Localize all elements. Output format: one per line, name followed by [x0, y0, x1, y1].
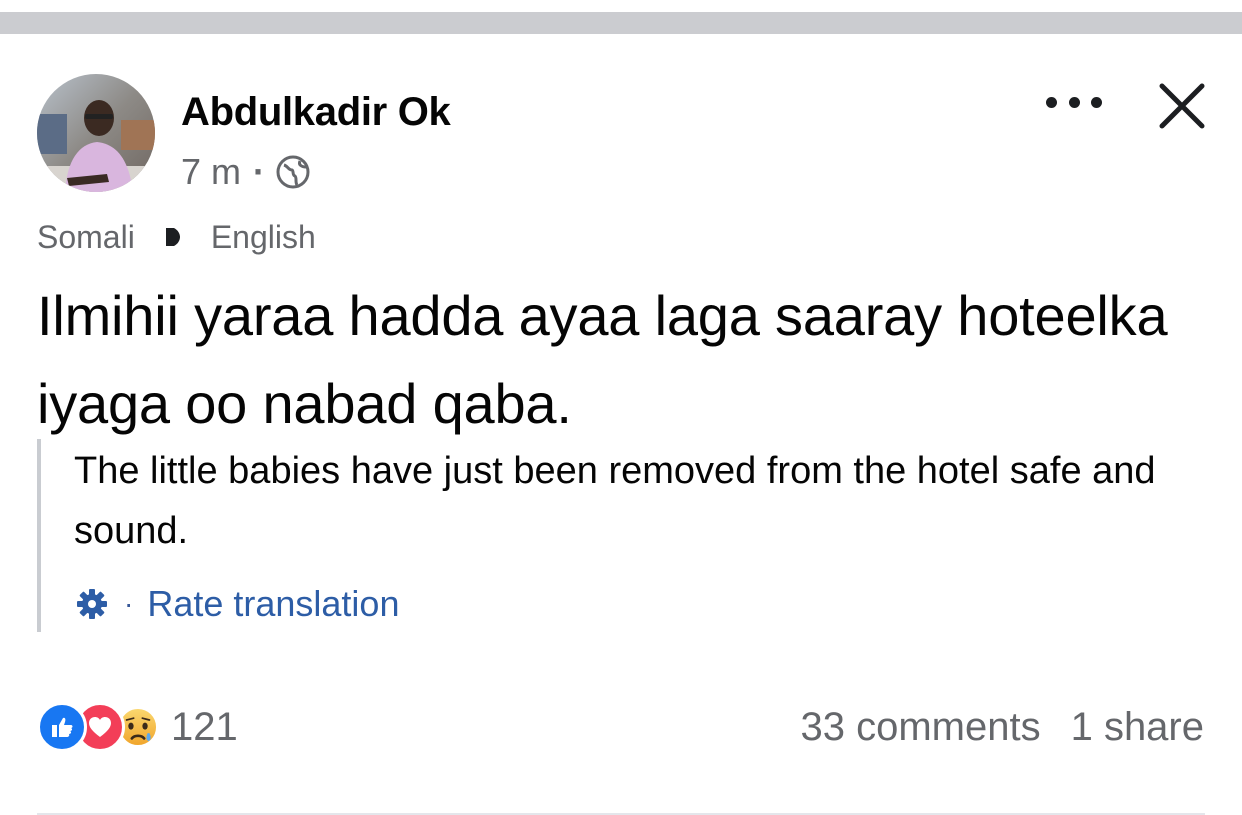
arrow-right-icon	[165, 228, 180, 246]
post-time[interactable]: 7 m	[181, 151, 241, 193]
post-meta: 7 m ·	[181, 151, 311, 193]
post-card: Abdulkadir Ok 7 m · Somali English Ilmih…	[0, 34, 1242, 815]
translation-block: The little babies have just been removed…	[37, 439, 1211, 632]
comments-count[interactable]: 33 comments	[800, 705, 1040, 750]
close-icon[interactable]	[1154, 78, 1210, 134]
rate-separator: ·	[124, 588, 134, 619]
rate-translation-row: · Rate translation	[74, 581, 399, 627]
avatar-image	[37, 74, 155, 192]
target-language: English	[210, 218, 316, 255]
rate-translation-link[interactable]: Rate translation	[147, 583, 399, 625]
avatar[interactable]	[37, 74, 155, 192]
globe-icon[interactable]	[275, 154, 311, 190]
top-strip	[0, 0, 1242, 12]
reactions-summary[interactable]: 121	[37, 702, 238, 752]
engagement-counts: 33 comments 1 share	[800, 702, 1204, 752]
more-icon[interactable]	[1046, 90, 1102, 114]
like-icon	[37, 702, 87, 752]
reaction-count: 121	[171, 704, 238, 749]
original-post-text: Ilmihii yaraa hadda ayaa laga saaray hot…	[37, 284, 1168, 435]
author-name[interactable]: Abdulkadir Ok	[181, 90, 451, 135]
gear-icon[interactable]	[74, 586, 110, 622]
shares-count[interactable]: 1 share	[1071, 705, 1204, 750]
translation-language-row: Somali English	[37, 217, 316, 257]
meta-separator: ·	[253, 151, 266, 192]
top-separator-bar	[0, 12, 1242, 34]
translated-text: The little babies have just been removed…	[74, 450, 1156, 552]
source-language: Somali	[37, 218, 135, 255]
